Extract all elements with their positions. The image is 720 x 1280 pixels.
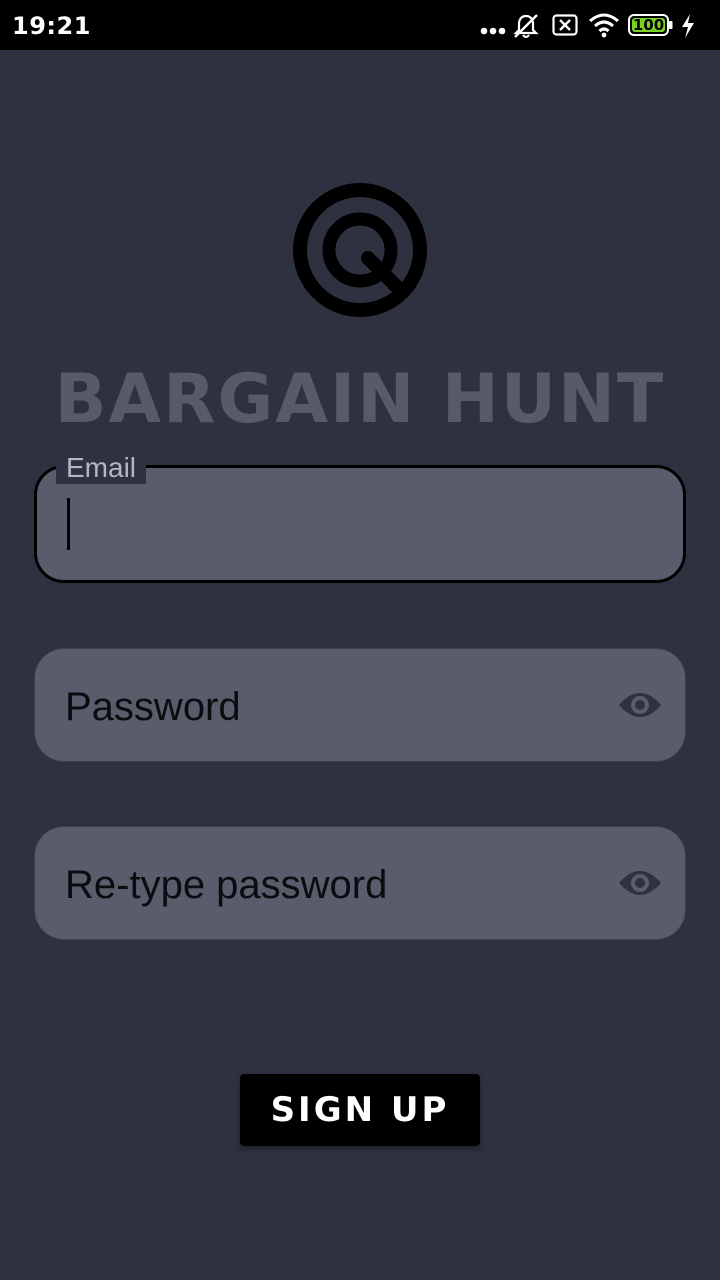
retype-password-field[interactable]: Re-type password [34,826,686,940]
status-icons: 100 [480,0,720,50]
retype-password-label: Re-type password [65,863,388,907]
email-label: Email [56,452,147,484]
bell-off-icon [512,12,540,40]
password-label: Password [65,685,241,729]
eye-icon[interactable] [617,865,663,901]
eye-icon[interactable] [617,687,663,723]
text-cursor [67,498,70,550]
app-title: BARGAIN HUNT [54,360,666,439]
status-bar: 19:21 100 [0,0,720,50]
sign-up-button[interactable]: SIGN UP [240,1074,480,1146]
wifi-icon [588,12,620,38]
status-time: 19:21 [12,12,91,40]
battery-level: 100 [632,16,665,34]
more-dots-icon [480,22,506,35]
no-sim-icon [552,14,578,36]
app-logo [290,180,430,320]
password-field[interactable]: Password [34,648,686,762]
charging-icon [680,14,696,38]
target-q-logo [293,183,427,317]
